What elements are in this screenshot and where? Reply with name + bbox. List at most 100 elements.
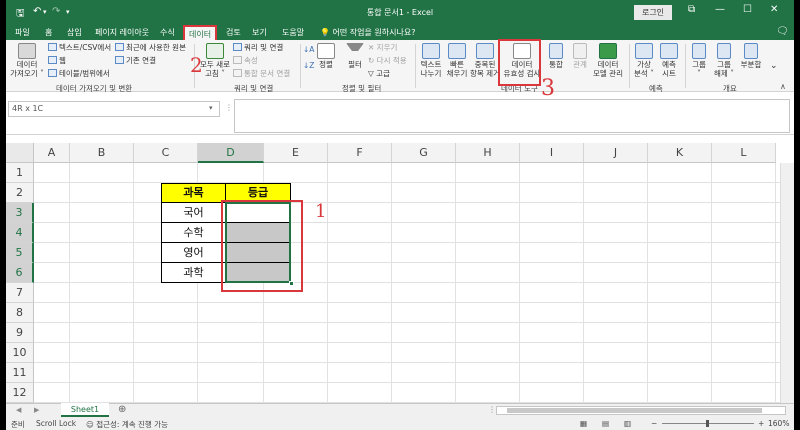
row-header-3[interactable]: 3 <box>6 203 34 223</box>
comment-icon[interactable]: 🗨 <box>776 26 789 37</box>
page-layout-view-icon[interactable]: ▤ <box>602 419 609 428</box>
row-header-11[interactable]: 11 <box>6 363 34 383</box>
row-header-1[interactable]: 1 <box>6 163 34 183</box>
zoom-out-icon[interactable]: − <box>651 419 657 428</box>
column-header-j[interactable]: J <box>584 143 648 163</box>
cell-c6[interactable]: 과학 <box>161 262 226 283</box>
sort-button[interactable]: 정렬 <box>314 43 338 69</box>
get-data-button[interactable]: 데이터 가져오기 ˅ <box>10 43 44 78</box>
from-web-button[interactable]: 웹 <box>48 56 66 65</box>
row-header-9[interactable]: 9 <box>6 323 34 343</box>
next-sheet-icon[interactable]: ▶ <box>34 406 39 414</box>
row-header-2[interactable]: 2 <box>6 183 34 203</box>
forecast-sheet-button[interactable]: 예측 시트 <box>656 43 682 78</box>
tell-me-text: 어떤 작업을 원하시나요? <box>332 28 416 37</box>
column-header-h[interactable]: H <box>456 143 520 163</box>
from-table-button[interactable]: 테이블/범위에서 <box>48 69 110 78</box>
worksheet-grid[interactable]: ABCDEFGHIJKL 1 2 3 4 5 6 7 8 9 10 11 12 과목 등급 국어 수학… <box>6 143 794 403</box>
clear-filter-button[interactable]: ✕ 지우기 <box>368 43 397 52</box>
row-header-4[interactable]: 4 <box>6 223 34 243</box>
page-break-view-icon[interactable]: ▥ <box>624 419 631 428</box>
ribbon-display-icon[interactable]: ⧉ <box>688 4 695 15</box>
queries-connections-button[interactable]: 쿼리 및 연결 <box>233 43 283 52</box>
row-header-5[interactable]: 5 <box>6 243 34 263</box>
column-header-e[interactable]: E <box>264 143 328 163</box>
subtotal-button[interactable]: 부분합 <box>736 43 766 69</box>
tab-file[interactable]: 파일 <box>15 27 30 38</box>
tab-view[interactable]: 보기 <box>252 27 267 38</box>
tab-data[interactable]: 데이터 <box>183 25 218 40</box>
recent-sources-button[interactable]: 최근에 사용한 원본 <box>115 43 186 52</box>
vertical-scrollbar[interactable] <box>780 163 794 403</box>
row-header-8[interactable]: 8 <box>6 303 34 323</box>
cell-c5[interactable]: 영어 <box>161 242 226 263</box>
column-header-c[interactable]: C <box>134 143 198 163</box>
existing-connections-button[interactable]: 기존 연결 <box>115 56 156 65</box>
what-if-analysis-button[interactable]: 가상 분석 ˅ <box>630 43 658 78</box>
formula-input[interactable] <box>234 99 790 133</box>
zoom-level[interactable]: 160% <box>768 419 789 428</box>
cell-c2[interactable]: 과목 <box>161 183 226 203</box>
maximize-icon[interactable]: ☐ <box>743 4 752 15</box>
accessibility-icon: ☺ <box>86 420 97 429</box>
row-header-12[interactable]: 12 <box>6 383 34 403</box>
select-all-button[interactable] <box>6 143 34 163</box>
zoom-slider-knob[interactable] <box>706 420 709 427</box>
column-header-g[interactable]: G <box>392 143 456 163</box>
annotation-box-range <box>221 200 303 292</box>
column-header-b[interactable]: B <box>70 143 134 163</box>
sort-descending-button[interactable]: ↓Z <box>303 61 314 70</box>
properties-button[interactable]: 속성 <box>233 56 258 65</box>
minimize-icon[interactable]: — <box>715 4 725 15</box>
sheet-tab-sheet1[interactable]: Sheet1 <box>61 403 109 417</box>
row-header-6[interactable]: 6 <box>6 263 34 283</box>
from-text-csv-button[interactable]: 텍스트/CSV에서 <box>48 43 111 52</box>
reapply-button[interactable]: ↻ 다시 적용 <box>368 56 407 65</box>
collapse-ribbon-icon[interactable]: ∧ <box>780 82 786 91</box>
column-header-k[interactable]: K <box>648 143 712 163</box>
group-button[interactable]: 그룹 ˅ <box>687 43 711 78</box>
row-header-10[interactable]: 10 <box>6 343 34 363</box>
ungroup-button[interactable]: 그룹 해제 ˅ <box>711 43 737 78</box>
group-icon <box>692 43 706 59</box>
tab-formulas[interactable]: 수식 <box>160 27 175 38</box>
login-button[interactable]: 로그인 <box>634 5 672 20</box>
cell-c3[interactable]: 국어 <box>161 202 226 223</box>
tab-help[interactable]: 도움말 <box>282 27 304 38</box>
zoom-in-icon[interactable]: + <box>758 419 764 428</box>
filter-button[interactable]: 필터 <box>344 43 366 69</box>
name-box[interactable]: 4R x 1C <box>8 101 220 117</box>
tab-page-layout[interactable]: 페이지 레이아웃 <box>95 27 149 38</box>
gridline <box>34 342 794 343</box>
edit-links-button[interactable]: 통합 문서 연결 <box>233 69 290 78</box>
column-header-f[interactable]: F <box>328 143 392 163</box>
formula-bar-grip-icon[interactable]: ⋮ <box>225 103 233 112</box>
tab-insert[interactable]: 삽입 <box>67 27 82 38</box>
name-box-dropdown-icon[interactable]: ▾ <box>209 104 213 112</box>
horizontal-scroll-thumb[interactable] <box>507 408 762 413</box>
row-header-7[interactable]: 7 <box>6 283 34 303</box>
column-header-a[interactable]: A <box>34 143 70 163</box>
horizontal-scrollbar[interactable] <box>496 406 786 415</box>
accessibility-status[interactable]: ☺ 접근성: 계속 진행 가능 <box>86 419 168 430</box>
relationships-button[interactable]: 관계 <box>570 43 590 69</box>
tab-review[interactable]: 검토 <box>226 27 241 38</box>
manage-data-model-label-2: 모델 관리 <box>593 69 623 78</box>
remove-duplicates-icon <box>476 43 494 59</box>
consolidate-button[interactable]: 통합 <box>546 43 566 69</box>
close-icon[interactable]: ✕ <box>770 4 778 15</box>
cell-c4[interactable]: 수학 <box>161 222 226 243</box>
tab-split-grip-icon[interactable]: ⋮ <box>488 405 496 414</box>
normal-view-icon[interactable]: ▦ <box>580 419 587 428</box>
column-header-l[interactable]: L <box>712 143 776 163</box>
advanced-filter-button[interactable]: ▽ 고급 <box>368 69 390 78</box>
prev-sheet-icon[interactable]: ◀ <box>16 406 21 414</box>
manage-data-model-button[interactable]: 데이터 모델 관리 <box>591 43 625 78</box>
add-sheet-icon[interactable]: ⊕ <box>118 404 126 415</box>
tab-home[interactable]: 홈 <box>45 27 52 38</box>
outline-dialog-icon[interactable]: ⌄ <box>770 62 778 71</box>
column-header-d[interactable]: D <box>198 143 264 163</box>
column-header-i[interactable]: I <box>520 143 584 163</box>
sort-ascending-button[interactable]: ↓A <box>303 45 314 54</box>
tell-me-search[interactable]: 💡 어떤 작업을 원하시나요? <box>320 27 415 38</box>
